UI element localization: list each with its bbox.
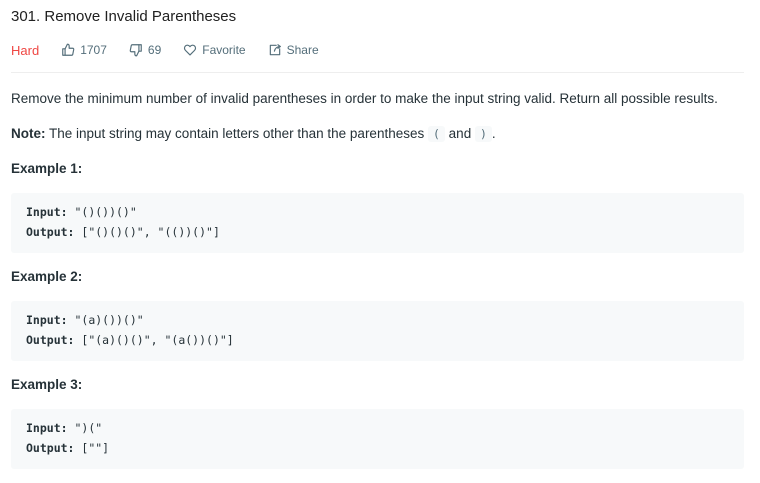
- note-label: Note:: [11, 126, 46, 141]
- problem-meta-bar: Hard 1707 69 Favorite Share: [11, 41, 341, 59]
- input-value: ")(": [67, 421, 103, 435]
- note-period: .: [491, 126, 496, 141]
- example-1-output: Output: ["()()()", "(())()"]: [26, 225, 220, 239]
- problem-title: 301. Remove Invalid Parentheses: [11, 8, 237, 25]
- dislike-button[interactable]: 69: [129, 43, 161, 57]
- note-text: The input string may contain letters oth…: [45, 126, 428, 141]
- output-value: ["(a)()()", "(a())()"]: [74, 333, 234, 347]
- divider: [11, 72, 744, 73]
- share-button[interactable]: Share: [268, 43, 319, 57]
- output-value: ["()()()", "(())()"]: [74, 225, 220, 239]
- example-1-input: Input: "()())()": [26, 205, 137, 219]
- difficulty-badge: Hard: [11, 42, 40, 58]
- share-icon: [269, 44, 281, 56]
- example-2-code-block: Input: "(a)())()" Output: ["(a)()()", "(…: [11, 301, 744, 361]
- example-1-heading: Example 1:: [11, 161, 83, 176]
- thumbs-up-icon: [62, 43, 75, 56]
- dislike-count: 69: [147, 43, 162, 57]
- heart-icon: [184, 44, 197, 56]
- note-and-text: and: [444, 126, 475, 141]
- example-2-heading: Example 2:: [11, 269, 83, 284]
- example-3-code-block: Input: ")(" Output: [""]: [11, 409, 744, 469]
- example-2-input: Input: "(a)())()": [26, 313, 144, 327]
- inline-code-open-paren: (: [427, 126, 445, 142]
- favorite-label: Favorite: [202, 43, 246, 57]
- output-value: [""]: [74, 441, 110, 455]
- problem-statement: Remove the minimum number of invalid par…: [11, 91, 718, 106]
- favorite-button[interactable]: Favorite: [183, 43, 246, 57]
- share-label: Share: [286, 43, 319, 57]
- problem-note: Note: The input string may contain lette…: [11, 126, 496, 142]
- input-label: Input:: [26, 421, 68, 435]
- output-label: Output:: [26, 333, 75, 347]
- inline-code-close-paren: ): [474, 126, 492, 142]
- example-3-output: Output: [""]: [26, 441, 109, 455]
- example-2-output: Output: ["(a)()()", "(a())()"]: [26, 333, 234, 347]
- like-button[interactable]: 1707: [61, 43, 107, 57]
- example-3-heading: Example 3:: [11, 377, 83, 392]
- input-label: Input:: [26, 205, 68, 219]
- output-label: Output:: [26, 225, 75, 239]
- thumbs-down-icon: [129, 44, 142, 57]
- input-label: Input:: [26, 313, 68, 327]
- like-count: 1707: [80, 43, 107, 57]
- example-1-code-block: Input: "()())()" Output: ["()()()", "(()…: [11, 193, 744, 253]
- input-value: "()())()": [67, 205, 137, 219]
- input-value: "(a)())()": [67, 313, 144, 327]
- output-label: Output:: [26, 441, 75, 455]
- example-3-input: Input: ")(": [26, 421, 102, 435]
